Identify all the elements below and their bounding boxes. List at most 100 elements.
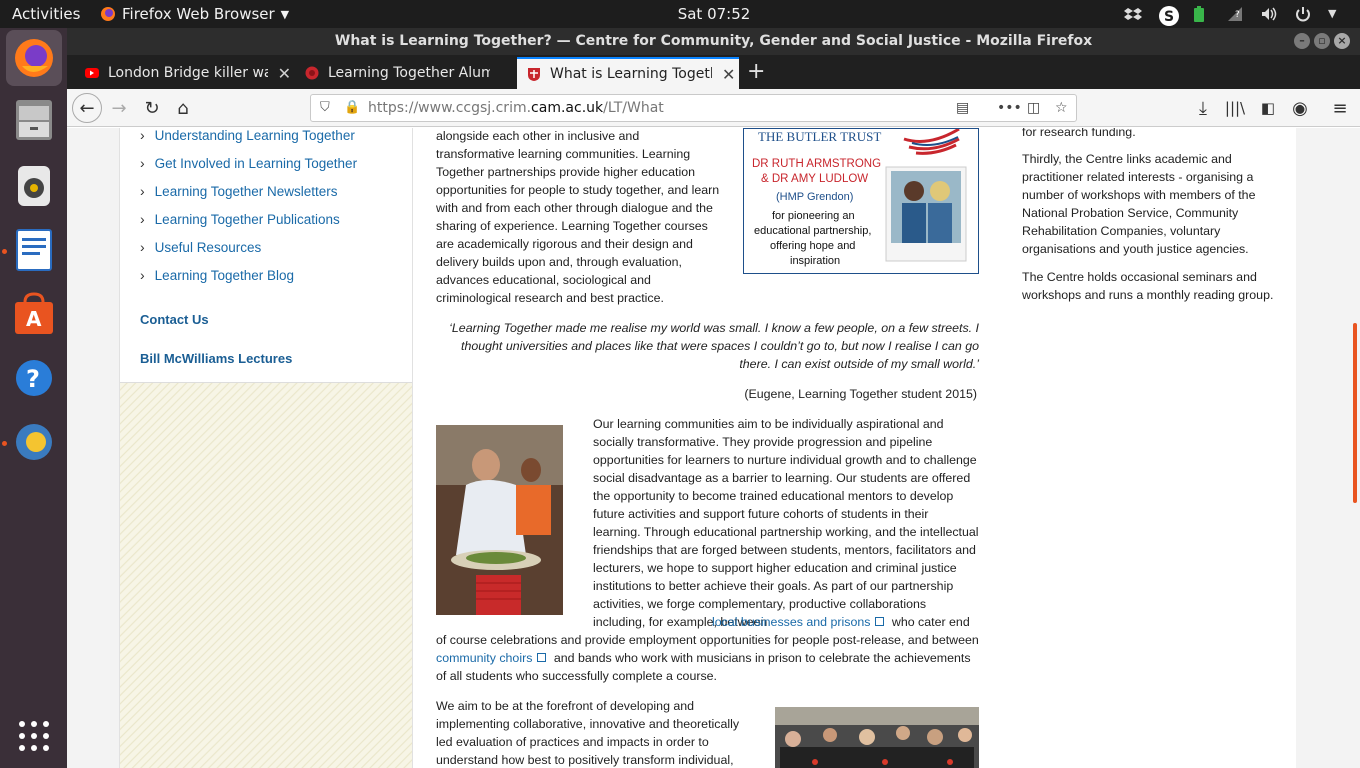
dropbox-icon[interactable] [1124,5,1142,23]
volume-icon[interactable] [1260,5,1278,23]
new-tab-button[interactable]: + [747,59,765,84]
right-paragraph-workshops: Thirdly, the Centre links academic and p… [1022,152,1256,256]
svg-text:S: S [1164,9,1174,25]
reload-icon: ↻ [144,97,160,119]
library-icon: |||\ [1224,99,1246,117]
community-choirs-link[interactable]: community choirs [436,651,532,665]
power-icon[interactable] [1294,5,1312,23]
home-button[interactable]: ⌂ [169,94,197,122]
window-title-bar[interactable]: What is Learning Together? — Centre for … [67,28,1360,55]
close-tab-icon[interactable]: ✕ [278,64,291,83]
sidebar-item-get-involved[interactable]: Get Involved in Learning Together [140,155,357,171]
left-sidebar: Understanding Learning Together Get Invo… [119,128,413,768]
sidebar-icon: ◧ [1260,99,1276,117]
download-icon: ⤓ [1199,97,1207,119]
sidebar-contact-link[interactable]: Contact Us [140,312,209,327]
close-window-button[interactable]: × [1334,33,1350,49]
back-button[interactable]: ← [72,93,102,123]
svg-text:& DR AMY LUDLOW: & DR AMY LUDLOW [761,173,868,185]
svg-text:?: ? [26,365,40,393]
dock-rhythmbox[interactable] [6,158,62,214]
account-icon: ◉ [1292,97,1308,119]
tracking-shield-icon[interactable]: ⛉ [320,95,330,121]
tab-label: London Bridge killer was [108,65,268,81]
reload-button[interactable]: ↻ [138,94,166,122]
dock-app-extra[interactable] [6,414,62,470]
url-domain: cam.ac.uk [531,100,604,116]
partnership-text: Our learning communities aim to be indiv… [593,417,979,629]
partnership-continuation: local businesses and prisons who cater e… [436,613,981,685]
sidebar-item-blog[interactable]: Learning Together Blog [140,267,294,283]
evaluation-paragraph: We aim to be at the forefront of develop… [436,699,740,767]
dock-firefox[interactable] [6,30,62,86]
tab-label: What is Learning Togethe [550,66,712,82]
right-sidebar: for research funding. Thirdly, the Centr… [1002,128,1296,768]
help-icon: ? [16,360,52,396]
software-bag-icon: A [15,292,53,334]
arrow-right-icon: → [111,97,127,119]
close-tab-icon[interactable]: ✕ [722,65,735,84]
menu-button[interactable]: ≡ [1326,94,1354,122]
page-actions-icon[interactable]: ••• [997,95,1022,121]
gnome-top-bar: Activities Firefox Web Browser ▼ Sat 07:… [0,0,1360,28]
url-prefix: https://www.ccgsj.crim. [368,100,532,116]
sidebar-item-understanding[interactable]: Understanding Learning Together [140,128,355,143]
butler-place-label: (HMP Grendon) [776,191,853,203]
url-bar[interactable]: ⛉ 🔒 https://www.ccgsj.crim.cam.ac.uk/LT/… [310,94,1077,122]
sidebar-item-resources[interactable]: Useful Resources [140,239,262,255]
running-indicator [2,441,7,446]
forward-button[interactable]: → [105,94,133,122]
pocket-icon[interactable]: ◫ [1027,95,1040,121]
local-businesses-link[interactable]: local businesses and prisons [712,615,870,629]
sidebar-item-publications[interactable]: Learning Together Publications [140,211,340,227]
svg-text:A: A [26,307,42,331]
tab-alumni[interactable]: Learning Together Alumn [295,57,511,89]
partnership-text-b: who cater end of course celebrations and… [436,615,979,647]
maximize-button[interactable]: ▫ [1314,33,1330,49]
dock-software[interactable]: A [6,286,62,342]
grid-icon [19,721,49,751]
lock-icon[interactable]: 🔒 [344,95,360,121]
file-cabinet-icon [16,100,52,140]
right-paragraph-seminars: The Centre holds occasional seminars and… [1022,270,1274,302]
battery-icon[interactable] [1192,5,1210,23]
skype-icon[interactable]: S [1158,5,1179,26]
tab-london-bridge[interactable]: London Bridge killer was ✕ [75,57,291,89]
sidebar-lectures-link[interactable]: Bill McWilliams Lectures [140,351,292,366]
system-tray[interactable]: S ? ▼ [1124,3,1346,26]
bookmark-star-icon[interactable]: ☆ [1055,95,1068,121]
network-icon[interactable]: ? [1226,5,1244,23]
site-icon [305,66,319,80]
sidebar-item-newsletters[interactable]: Learning Together Newsletters [140,183,338,199]
sidebar-button[interactable]: ◧ [1254,94,1282,122]
dock-writer[interactable] [6,222,62,278]
reader-view-icon[interactable]: ▤ [956,95,969,121]
svg-text:DR RUTH ARMSTRONG: DR RUTH ARMSTRONG [752,158,881,170]
running-indicator [2,249,7,254]
dock-help[interactable]: ? [6,350,62,406]
tab-label: Learning Together Alumn [328,65,490,81]
downloads-button[interactable]: ⤓ [1189,94,1217,122]
window-controls: – ▫ × [1294,33,1350,49]
svg-text:inspiration: inspiration [790,255,840,267]
dock-files[interactable] [6,92,62,148]
external-link-icon [875,617,885,626]
library-button[interactable]: |||\ [1221,94,1249,122]
speaker-icon [18,166,50,206]
system-menu-chevron-icon[interactable]: ▼ [1328,5,1346,23]
account-button[interactable]: ◉ [1286,94,1314,122]
firefox-icon [15,39,53,77]
svg-text:?: ? [1235,10,1240,20]
show-applications-button[interactable] [6,708,62,764]
butler-trust-award-image: THE BUTLER TRUST DR RUTH ARMSTRONG & DR … [743,128,979,274]
tab-strip: London Bridge killer was ✕ Learning Toge… [67,55,1360,89]
navigation-toolbar: ← → ↻ ⌂ ⛉ 🔒 https://www.ccgsj.crim.cam.a… [67,89,1360,127]
url-path: /LT/What [603,100,664,116]
youtube-icon [85,68,99,78]
butler-org-label: THE BUTLER TRUST [758,129,881,144]
hamburger-menu-icon: ≡ [1332,97,1348,119]
quote-attribution: (Eugene, Learning Together student 2015) [744,387,977,401]
page-scrollbar[interactable] [1353,323,1357,503]
tab-what-is-learning-together[interactable]: What is Learning Togethe ✕ [517,57,739,89]
minimize-button[interactable]: – [1294,33,1310,49]
